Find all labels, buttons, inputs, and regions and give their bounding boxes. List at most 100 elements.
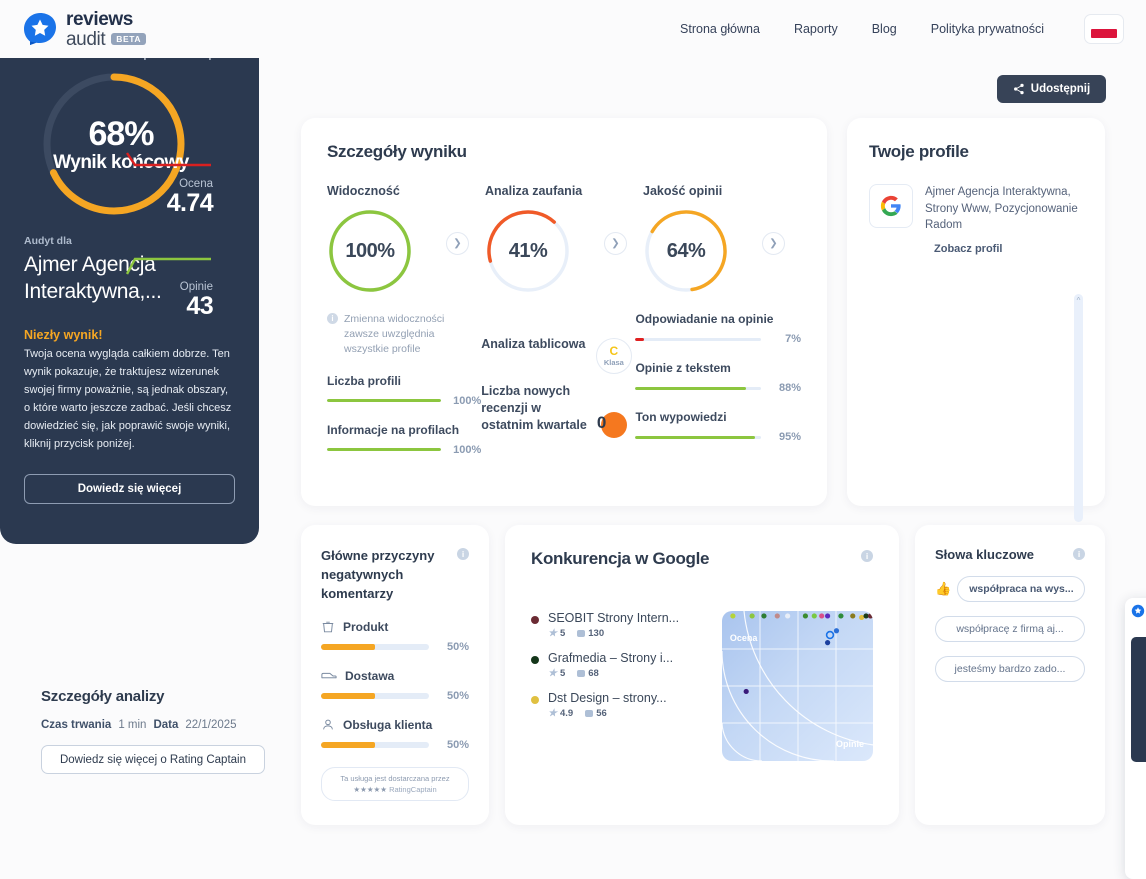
competitor-rating: 5 (559, 668, 566, 679)
product-box-icon (322, 621, 334, 632)
class-word: Klasa (603, 358, 624, 367)
visibility-note: i Zmienna widoczności zawsze uwzględnia … (327, 312, 481, 358)
competitor-reviews: 56 (596, 708, 607, 719)
metric-visibility-expand-chevron-icon[interactable]: ❯ (446, 232, 469, 255)
profile-view-link[interactable]: Zobacz profil (934, 243, 1083, 255)
nav-item-reports[interactable]: Raporty (794, 22, 838, 36)
reviews-audit-logo-icon (22, 11, 58, 47)
provider-stars: ★★★★★ (353, 784, 387, 794)
share-button[interactable]: Udostępnij (997, 75, 1106, 103)
keyword-row-third: jesteśmy bardzo zado... (935, 656, 1085, 682)
orange-gauge-icon (597, 412, 627, 438)
reason-support-percent: 50% (446, 738, 469, 751)
profile-name: Ajmer Agencja Interaktywna, Strony Www, … (925, 186, 1078, 232)
metric-trust: Analiza zaufania 41% ❯ (485, 184, 643, 294)
brand-logo[interactable]: reviews audit BETA (22, 10, 147, 49)
list-item[interactable]: SEOBIT Strony Intern... ★ 5 130 (531, 611, 710, 639)
customer-user-icon (323, 719, 333, 729)
comment-bubble-icon (577, 630, 586, 637)
reason-delivery-label: Dostawa (345, 668, 395, 683)
bar-text-reviews: Opinie z tekstem 88% (635, 361, 801, 394)
comment-bubble-icon (577, 670, 586, 677)
keyword-pill[interactable]: współpracę z firmą aj... (935, 616, 1085, 642)
scatter-point (824, 613, 831, 619)
scroll-up-chevron-icon[interactable]: ^ (1074, 296, 1083, 305)
competitor-name: Dst Design – strony... (548, 691, 667, 705)
flag-red-stripe (1091, 29, 1117, 38)
date-value: 22/1/2025 (185, 719, 237, 731)
keyword-pill[interactable]: jesteśmy bardzo zado... (935, 656, 1085, 682)
summary-card: Podsumowanie na podstawie 1/1 profili 68… (0, 0, 259, 544)
summary-mini-stats: Ocena 4.74 Opinie 43 (117, 151, 214, 320)
negative-reasons-title: Główne przyczyny negatywnych komentarzy (321, 548, 435, 601)
bar-respond: Odpowiadanie na opinie 7% (635, 312, 801, 345)
nav-item-privacy[interactable]: Polityka prywatności (931, 22, 1044, 36)
info-icon[interactable]: i (861, 550, 873, 562)
keyword-pill[interactable]: współpraca na wys... (957, 576, 1085, 602)
competitor-rating: 5 (559, 628, 566, 639)
metric-trust-title: Analiza zaufania (485, 184, 583, 198)
reason-product-percent: 50% (446, 640, 469, 653)
metric-quality-ring: 64% (643, 208, 729, 294)
learn-more-button[interactable]: Dowiedz się więcej (24, 473, 235, 504)
profiles-scrollbar[interactable] (1074, 294, 1083, 522)
bar-profile-info-label: Informacje na profilach (327, 422, 460, 437)
final-score-gauge: 68% Wynik końcowy Ocena 4.74 Opinie 43 (24, 71, 235, 320)
nav-item-home[interactable]: Strona główna (680, 22, 760, 36)
visibility-note-text: Zmienna widoczności zawsze uwzględnia ws… (344, 313, 445, 356)
breakdown-col-visibility: i Zmienna widoczności zawsze uwzględnia … (327, 312, 481, 456)
rating-value: 4.74 (166, 189, 214, 217)
bar-text-reviews-label: Opinie z tekstem (635, 361, 731, 375)
nav-item-blog[interactable]: Blog (872, 22, 897, 36)
breakdown-col-quality: Odpowiadanie na opinie 7% Opinie z tekst… (635, 312, 801, 456)
list-item[interactable]: Dst Design – strony... ★ 4.9 56 (531, 691, 710, 719)
scatter-point (867, 613, 873, 619)
scatter-point (784, 613, 791, 619)
scatter-point (850, 613, 856, 619)
scatter-point-highlight (825, 630, 835, 640)
bar-profiles-count: Liczba profili 100% (327, 374, 481, 407)
list-item[interactable]: Grafmedia – Strony i... ★ 5 68 (531, 651, 710, 679)
negative-reasons-card: Główne przyczyny negatywnych komentarzy … (301, 525, 489, 825)
rating-captain-button[interactable]: Dowiedz się więcej o Rating Captain (41, 745, 265, 774)
reviews-sparkline-icon (125, 258, 211, 275)
metric-rings: Widoczność 100% ❯ Analiza zaufania 41% ❯… (327, 184, 801, 294)
reason-product: Produkt 50% (321, 620, 469, 653)
info-icon[interactable]: i (457, 548, 469, 560)
bar-profiles-count-percent: 100% (453, 394, 482, 407)
bar-tone-track (635, 435, 761, 439)
analysis-meta-row: Czas trwania 1 min Data 22/1/2025 (41, 719, 291, 731)
bar-profile-info-track (327, 448, 442, 452)
info-icon: i (327, 313, 338, 324)
scatter-point (761, 613, 767, 619)
metric-trust-ring: 41% (485, 208, 571, 294)
share-label: Udostępnij (1030, 83, 1091, 95)
metric-quality-expand-chevron-icon[interactable]: ❯ (762, 232, 785, 255)
analysis-details: Szczegóły analizy Czas trwania 1 min Dat… (41, 688, 291, 774)
bar-text-reviews-track (635, 386, 761, 390)
competitor-reviews: 130 (588, 628, 605, 639)
comment-bubble-icon (585, 710, 594, 717)
scatter-point (858, 614, 865, 621)
breakdown-col-icons: C Klasa (592, 312, 635, 456)
metric-trust-expand-chevron-icon[interactable]: ❯ (604, 232, 627, 255)
reason-support-bar (321, 741, 429, 748)
bar-profile-info: Informacje na profilach 100% (327, 423, 481, 456)
floating-report-preview[interactable] (1125, 598, 1146, 879)
scatter-y-label: Ocena (729, 633, 758, 643)
bar-text-reviews-percent: 88% (778, 382, 801, 394)
competitor-color-dot-icon (531, 656, 539, 664)
language-selector-flag-icon[interactable] (1084, 14, 1124, 44)
beta-badge: BETA (111, 32, 147, 46)
class-letter: C (609, 344, 619, 358)
bar-tone-percent: 95% (778, 431, 801, 443)
metric-visibility: Widoczność 100% ❯ (327, 184, 485, 294)
thumbs-up-icon: 👍 (935, 581, 952, 596)
scatter-point (824, 640, 831, 646)
flag-white-stripe (1091, 20, 1117, 29)
profile-item[interactable]: Ajmer Agencja Interaktywna, Strony Www, … (869, 184, 1083, 255)
scatter-point (833, 628, 840, 634)
bar-tone: Ton wypowiedzi 95% (635, 410, 801, 443)
provider-text: Ta usługa jest dostarczana przez (340, 773, 450, 783)
info-icon[interactable]: i (1073, 548, 1085, 560)
